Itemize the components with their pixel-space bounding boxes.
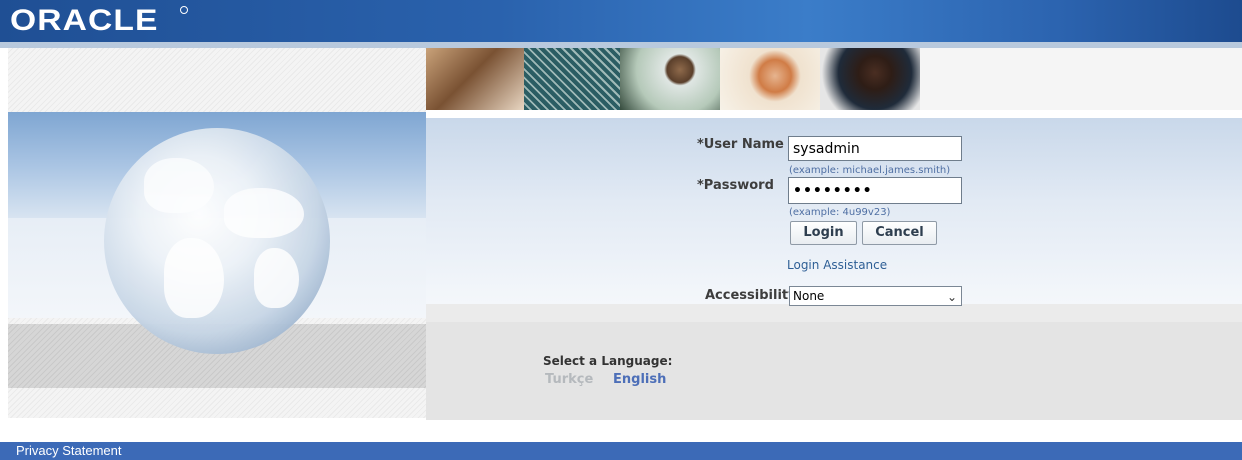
language-label: Select a Language: bbox=[543, 354, 673, 368]
chevron-down-icon: ⌄ bbox=[946, 290, 957, 304]
photo-businessman-1 bbox=[426, 48, 524, 110]
language-option-turkce[interactable]: Turkçe bbox=[545, 372, 593, 387]
username-input[interactable] bbox=[788, 136, 962, 161]
login-assistance-link[interactable]: Login Assistance bbox=[787, 258, 887, 272]
photo-businessman-2 bbox=[820, 48, 920, 110]
photo-banner bbox=[426, 48, 920, 110]
accessibility-label: Accessibility bbox=[705, 288, 797, 303]
accessibility-select[interactable]: None ⌄ bbox=[789, 286, 962, 306]
photo-tower bbox=[524, 48, 620, 110]
password-label: *Password bbox=[697, 178, 774, 193]
oracle-logo: ORACLE bbox=[10, 4, 159, 37]
password-input[interactable] bbox=[788, 177, 962, 204]
password-hint: (example: 4u99v23) bbox=[789, 207, 891, 218]
language-panel bbox=[426, 322, 1242, 420]
login-button[interactable]: Login bbox=[790, 221, 857, 245]
footer-bar: Privacy Statement bbox=[0, 442, 1242, 460]
photo-call-agent bbox=[620, 48, 720, 110]
registered-mark-icon bbox=[180, 6, 188, 14]
username-label: *User Name bbox=[697, 137, 784, 152]
accessibility-selected-value: None bbox=[793, 289, 825, 303]
globe-banner bbox=[8, 48, 426, 418]
header-bar: ORACLE bbox=[0, 0, 1242, 42]
cancel-button[interactable]: Cancel bbox=[862, 221, 937, 245]
globe-image bbox=[104, 128, 330, 354]
username-hint: (example: michael.james.smith) bbox=[789, 165, 951, 176]
privacy-statement-link[interactable]: Privacy Statement bbox=[16, 443, 122, 458]
photo-headset-woman bbox=[720, 48, 820, 110]
language-option-english[interactable]: English bbox=[613, 372, 666, 387]
